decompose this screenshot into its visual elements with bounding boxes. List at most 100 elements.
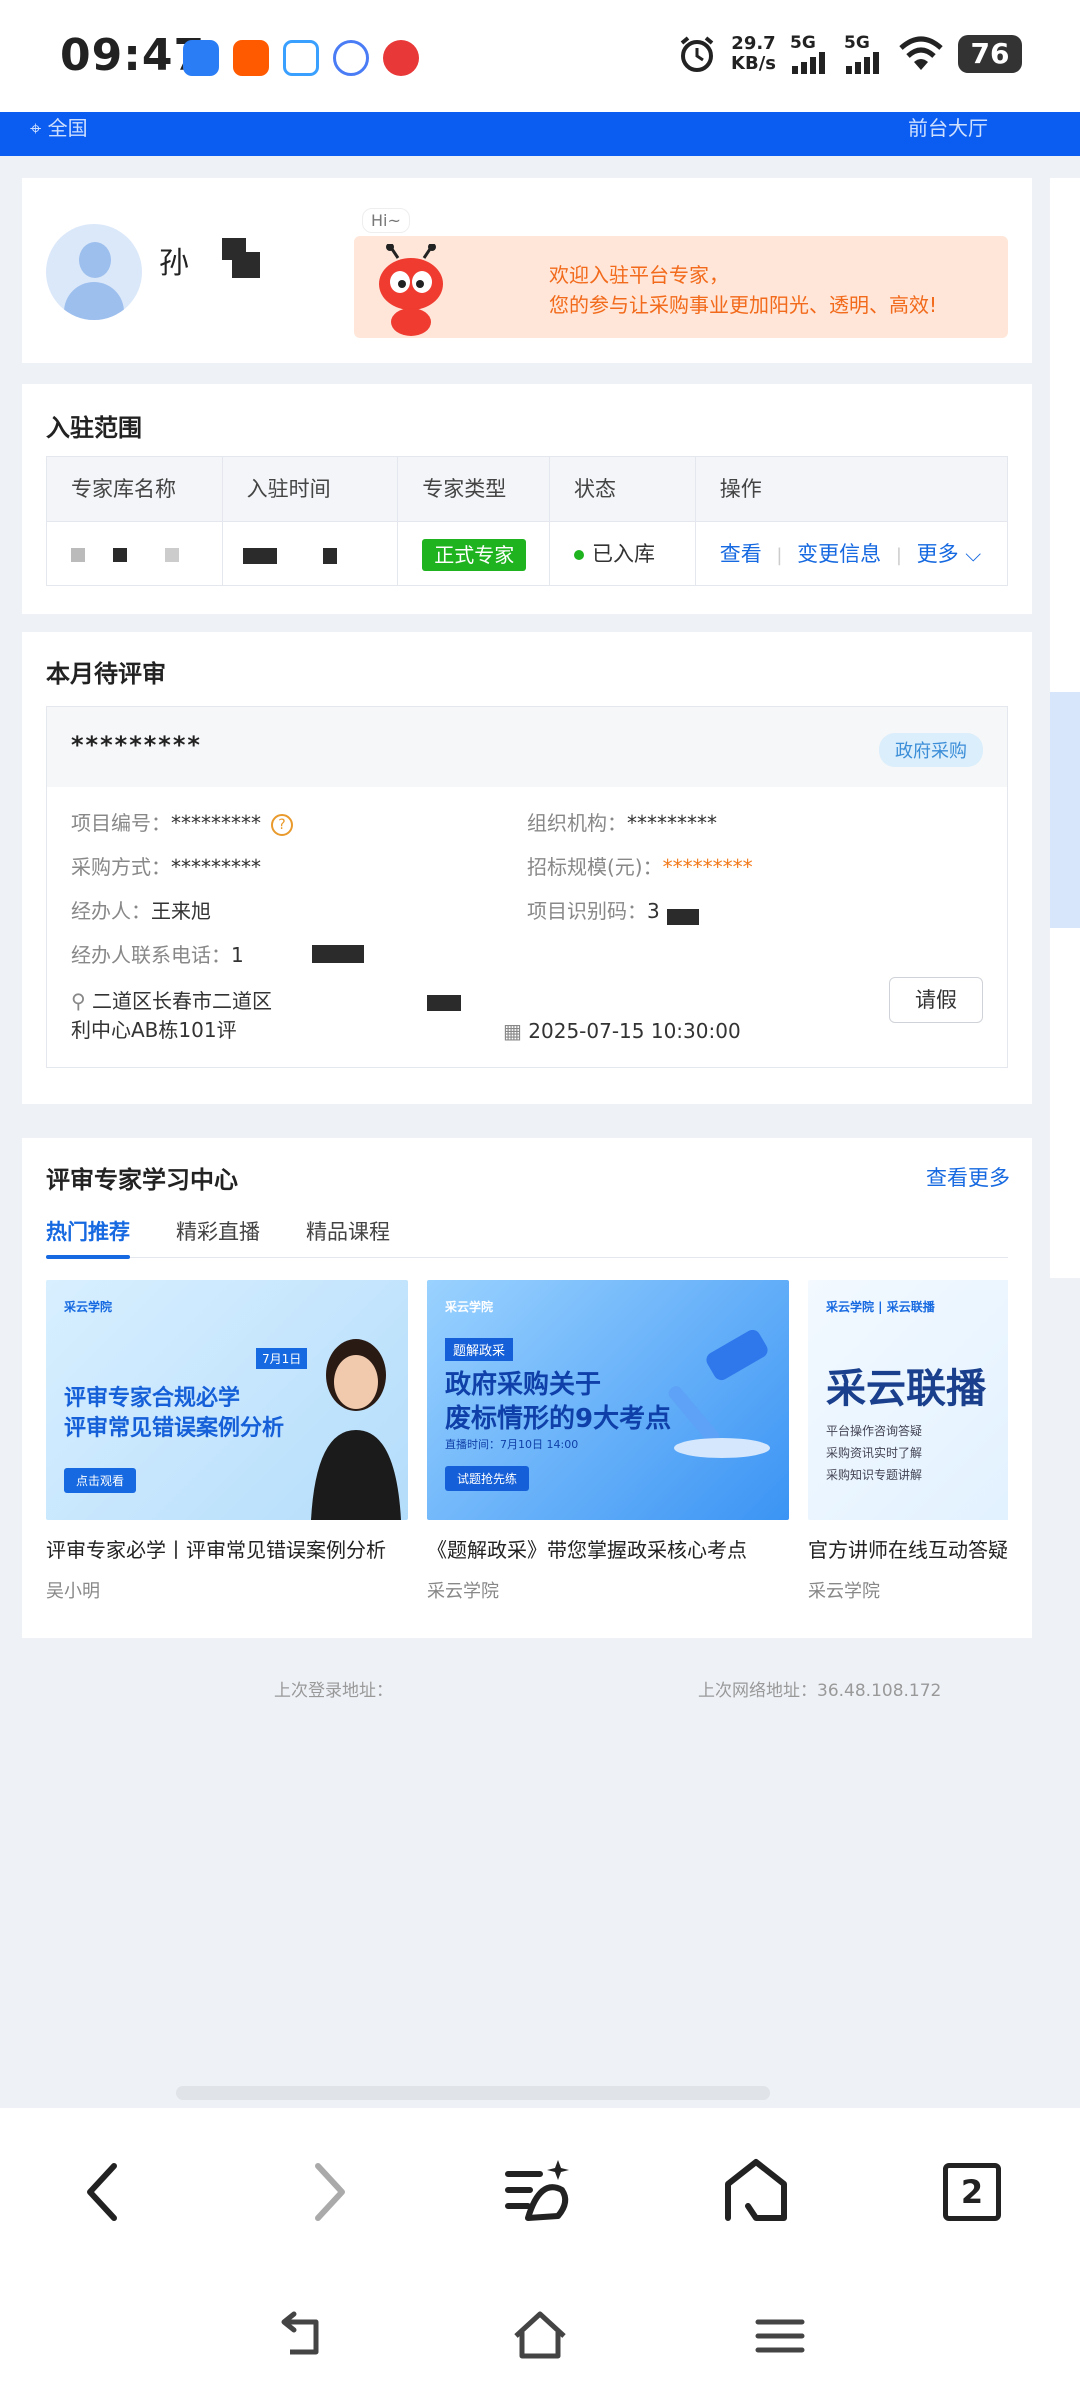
course-author: 采云学院 (808, 1581, 880, 1602)
scope-card: 入驻范围 专家库名称 入驻时间 专家类型 状态 操作 正式专家 已入库 查看 |… (22, 384, 1032, 614)
forward-arrow-icon[interactable] (288, 2154, 364, 2230)
view-link[interactable]: 查看 (720, 542, 762, 566)
lecturer-portrait-icon (311, 1339, 401, 1520)
redaction (113, 548, 127, 562)
wifi-icon (899, 36, 943, 70)
net-speed: 29.7 KB/s (731, 34, 776, 74)
review-datetime: ▦ 2025-07-15 10:30:00 (503, 1019, 741, 1043)
portal-link[interactable]: 前台大厅 (908, 112, 988, 141)
gavel-icon (668, 1330, 770, 1458)
thumb-tag: 题解政采 (445, 1338, 514, 1361)
redaction (312, 945, 364, 963)
learning-tabs: 热门推荐 精彩直播 精品课程 (46, 1216, 1008, 1259)
tab-live[interactable]: 精彩直播 (176, 1216, 260, 1258)
thumb-line-1: 政府采购关于 (445, 1370, 602, 1400)
system-menu-icon[interactable] (750, 2306, 810, 2366)
phone-value: 1 (231, 943, 244, 967)
method-label: 采购方式： (71, 855, 171, 879)
back-arrow-icon[interactable] (68, 2154, 144, 2230)
signal-1-label: 5G (790, 33, 816, 53)
project-no-label: 项目编号： (71, 811, 171, 835)
last-net-label: 上次网络地址： (698, 1681, 817, 1701)
thumb-logo: 采云学院 (64, 1300, 113, 1314)
library-name-cell (47, 521, 223, 585)
redaction (71, 548, 85, 562)
ai-assistant-icon[interactable] (500, 2154, 576, 2230)
course-thumbnail: 采云学院 题解政采 政府采购关于 废标情形的9大考点 直播时间：7月10日 14… (427, 1280, 789, 1520)
course-card[interactable]: 采云学院 评审专家合规必学 评审常见错误案例分析 7月1日 点击观看 评审专家必… (46, 1280, 408, 1603)
help-icon[interactable]: ? (271, 813, 293, 836)
project-code: 项目识别码：3 (527, 895, 660, 924)
location-pin-icon: ⌖ (30, 116, 48, 140)
thumb-line-2: 废标情形的9大考点 (445, 1404, 672, 1434)
learning-center-card: 评审专家学习中心 查看更多 热门推荐 精彩直播 精品课程 采云学院 评审专家合规… (22, 1138, 1032, 1638)
actions-cell: 查看 | 变更信息 | 更多 ⌵ (695, 521, 1008, 585)
project-no: 项目编号：*********? (71, 807, 293, 836)
signal-2-label: 5G (844, 33, 870, 53)
datetime-value: 2025-07-15 10:30:00 (528, 1019, 741, 1043)
org-value: ********* (627, 811, 717, 835)
signal-bars-icon (846, 52, 879, 74)
pending-review-card: 本月待评审 ********* 政府采购 项目编号：*********? 组织机… (22, 632, 1032, 1104)
avatar[interactable] (46, 224, 142, 320)
horizontal-scrollbar[interactable] (176, 2086, 770, 2100)
ant-mascot-icon (379, 244, 443, 336)
status-dot (573, 550, 584, 560)
learning-title: 评审专家学习中心 (46, 1166, 238, 1194)
pending-title: 本月待评审 (46, 660, 166, 688)
system-nav-bar (0, 2268, 1080, 2400)
column-header: 专家类型 (398, 457, 550, 521)
thumb-date: 直播时间：7月10日 14:00 (445, 1438, 579, 1451)
status-app-icons (183, 40, 419, 76)
welcome-text: 欢迎入驻平台专家， 您的参与让采购事业更加阳光、透明、高效! (549, 260, 937, 320)
last-login-address: 上次登录地址： (274, 1676, 393, 1701)
last-login-label: 上次登录地址： (274, 1681, 393, 1701)
browser-toolbar: 2 (0, 2108, 1080, 2268)
welcome-banner: 欢迎入驻平台专家， 您的参与让采购事业更加阳光、透明、高效! (354, 236, 1008, 338)
status-right: 29.7 KB/s 5G 5G 76 (677, 34, 1022, 74)
more-label: 更多 (916, 542, 959, 566)
last-net-value: 36.48.108.172 (817, 1681, 942, 1701)
review-item[interactable]: ********* 政府采购 项目编号：*********? 组织机构：****… (46, 706, 1008, 1068)
tab-hot[interactable]: 热门推荐 (46, 1216, 130, 1259)
tabs-button[interactable]: 2 (934, 2154, 1010, 2230)
location-selector[interactable]: ⌖ 全国 (30, 112, 88, 141)
signal-bars-icon (792, 52, 825, 74)
last-network-address: 上次网络地址：36.48.108.172 (698, 1676, 941, 1701)
net-speed-value: 29.7 (731, 33, 776, 54)
join-time-cell (222, 521, 399, 585)
thumb-button: 试题抢先练 (445, 1466, 530, 1491)
course-card[interactable]: 采云学院 题解政采 政府采购关于 废标情形的9大考点 直播时间：7月10日 14… (427, 1280, 789, 1603)
profile-card: 孙 Hi~ 欢迎入驻平台专家， 您的参与让采购事业更加阳光、透明、高效! (22, 178, 1032, 363)
change-info-link[interactable]: 变更信息 (797, 542, 881, 566)
thumb-line-1: 评审专家合规必学 (64, 1386, 241, 1411)
home-icon[interactable] (718, 2154, 794, 2230)
separator: | (776, 545, 783, 566)
column-header: 入驻时间 (222, 457, 399, 521)
avatar-body (64, 282, 124, 320)
code-label: 项目识别码： (527, 899, 647, 923)
view-more-link[interactable]: 查看更多 (926, 1162, 1010, 1192)
status-bar: 09:47 29.7 KB/s 5G 5G 76 (0, 0, 1080, 115)
column-header: 操作 (695, 457, 1008, 521)
address-line-2: 利中心AB栋101评 (71, 1018, 237, 1042)
avatar-head (79, 242, 111, 278)
course-title: 官方讲师在线互动答疑 (808, 1538, 1008, 1562)
tab-courses[interactable]: 精品课程 (306, 1216, 390, 1258)
user-name: 孙 (159, 246, 189, 281)
table-row: 正式专家 已入库 查看 | 变更信息 | 更多 ⌵ (47, 521, 1008, 585)
course-title: 评审专家必学丨评审常见错误案例分析 (46, 1538, 386, 1562)
redaction (232, 252, 260, 278)
scope-title: 入驻范围 (46, 414, 142, 442)
scale-value: ********* (662, 855, 753, 879)
course-card[interactable]: 采云学院 | 采云联播 采云联播 平台操作咨询答疑 采购资讯实时了解 采购知识专… (808, 1280, 1008, 1603)
redaction (242, 548, 277, 564)
more-dropdown[interactable]: 更多 ⌵ (917, 542, 982, 566)
top-header: ⌖ 全国 前台大厅 (0, 112, 1080, 156)
thumb-logo: 采云学院 | 采云联播 (826, 1300, 935, 1314)
system-back-icon[interactable] (270, 2306, 330, 2366)
thumb-item: 采购知识专题讲解 (826, 1468, 923, 1482)
leave-button[interactable]: 请假 (889, 977, 983, 1023)
system-home-icon[interactable] (510, 2306, 570, 2366)
column-header: 专家库名称 (47, 457, 223, 521)
